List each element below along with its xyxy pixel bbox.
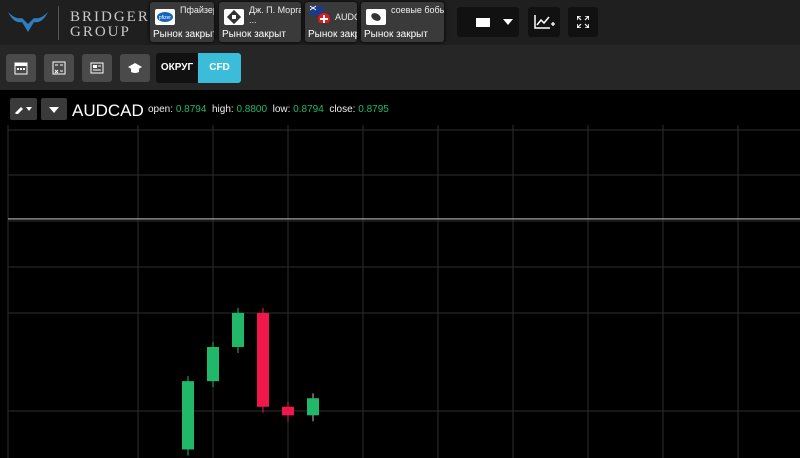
drawing-tools-dropdown[interactable] bbox=[10, 98, 37, 120]
high-label: high: bbox=[211, 104, 234, 115]
high-value: 0.8800 bbox=[236, 104, 268, 115]
fullscreen-button[interactable] bbox=[568, 7, 598, 37]
candle-body[interactable] bbox=[207, 347, 219, 382]
add-indicator-icon bbox=[534, 15, 555, 29]
education-button[interactable] bbox=[120, 54, 150, 82]
chart-type-select[interactable] bbox=[457, 7, 519, 37]
fullscreen-icon bbox=[577, 16, 589, 28]
asset-tab-soybeans[interactable]: соевые бобы Рынок закрыт bbox=[361, 2, 444, 42]
candles bbox=[182, 307, 319, 456]
ohlc-readout: open: 0.8794 high: 0.8800 low: 0.8794 cl… bbox=[148, 104, 389, 115]
price-chart[interactable] bbox=[0, 125, 800, 458]
brand-name: BRIDGER GROUP bbox=[70, 10, 150, 40]
candle-body[interactable] bbox=[182, 381, 194, 450]
candle-body[interactable] bbox=[257, 312, 269, 407]
pen-tool-icon bbox=[15, 107, 32, 114]
rounding-toggle[interactable]: ОКРУГ bbox=[156, 53, 198, 83]
candle-body[interactable] bbox=[282, 406, 294, 416]
jpmorgan-logo-icon bbox=[224, 9, 244, 25]
logo-divider bbox=[58, 6, 59, 40]
svg-text:pfizer: pfizer bbox=[159, 15, 172, 21]
close-label: close: bbox=[329, 104, 356, 115]
brand-logo[interactable]: BRIDGER GROUP bbox=[6, 6, 148, 40]
calendar-icon bbox=[14, 62, 28, 75]
news-button[interactable] bbox=[82, 54, 112, 82]
brand-line2: GROUP bbox=[70, 24, 131, 40]
tab-market-status: Рынок закрыт bbox=[153, 29, 214, 40]
tool-bar: ОКРУГ CFD bbox=[0, 45, 800, 90]
add-indicator-button[interactable] bbox=[528, 7, 560, 37]
low-value: 0.8794 bbox=[293, 104, 324, 115]
calculator-icon bbox=[52, 61, 66, 75]
tab-asset-name: AUDCHF bbox=[335, 12, 357, 22]
candle-body[interactable] bbox=[307, 398, 319, 416]
calendar-button[interactable] bbox=[6, 54, 36, 82]
chart-type-swatch-icon bbox=[476, 18, 490, 27]
chevron-down-icon bbox=[503, 19, 513, 25]
tab-market-status: Рынок закрыт bbox=[308, 29, 357, 40]
chart-grid bbox=[7, 125, 800, 458]
chart-header: AUDCAD bbox=[0, 90, 800, 125]
cfd-toggle[interactable]: CFD bbox=[198, 53, 241, 83]
au-ch-flags-icon bbox=[309, 5, 330, 23]
open-label: open: bbox=[148, 104, 174, 115]
symbol-title: AUDCAD bbox=[72, 101, 144, 120]
tab-asset-name: соевые бобы bbox=[391, 5, 444, 15]
open-value: 0.8794 bbox=[175, 104, 207, 115]
tab-market-status: Рынок закрыт bbox=[222, 29, 286, 40]
tab-asset-name: Пфайзер Инк bbox=[180, 5, 214, 15]
graduation-cap-icon bbox=[128, 63, 142, 73]
tab-market-status: Рынок закрыт bbox=[364, 29, 428, 40]
low-label: low: bbox=[272, 104, 291, 115]
candle-body[interactable] bbox=[232, 312, 244, 347]
symbol-dropdown[interactable] bbox=[41, 98, 67, 120]
bull-logo-icon bbox=[8, 12, 48, 32]
brand-line1: BRIDGER bbox=[70, 9, 150, 25]
asset-tab-jpmorgan[interactable]: Дж. П. Морган ... Рынок закрыт bbox=[219, 2, 301, 42]
asset-tab-audchf[interactable]: AUDCHF Рынок закрыт bbox=[305, 2, 357, 42]
newspaper-icon bbox=[90, 62, 104, 74]
tab-asset-name: Дж. П. Морган ... bbox=[249, 5, 301, 25]
asset-tab-pfizer[interactable]: pfizer Пфайзер Инк Рынок закрыт bbox=[150, 2, 214, 42]
close-value: 0.8795 bbox=[358, 104, 389, 115]
chevron-down-icon bbox=[49, 107, 59, 113]
top-bar: BRIDGER GROUP pfizer Пфайзер Инк Рынок з… bbox=[0, 0, 800, 45]
analysis-button[interactable] bbox=[44, 54, 74, 82]
pfizer-logo-icon: pfizer bbox=[155, 9, 175, 25]
soybean-icon bbox=[366, 9, 386, 25]
